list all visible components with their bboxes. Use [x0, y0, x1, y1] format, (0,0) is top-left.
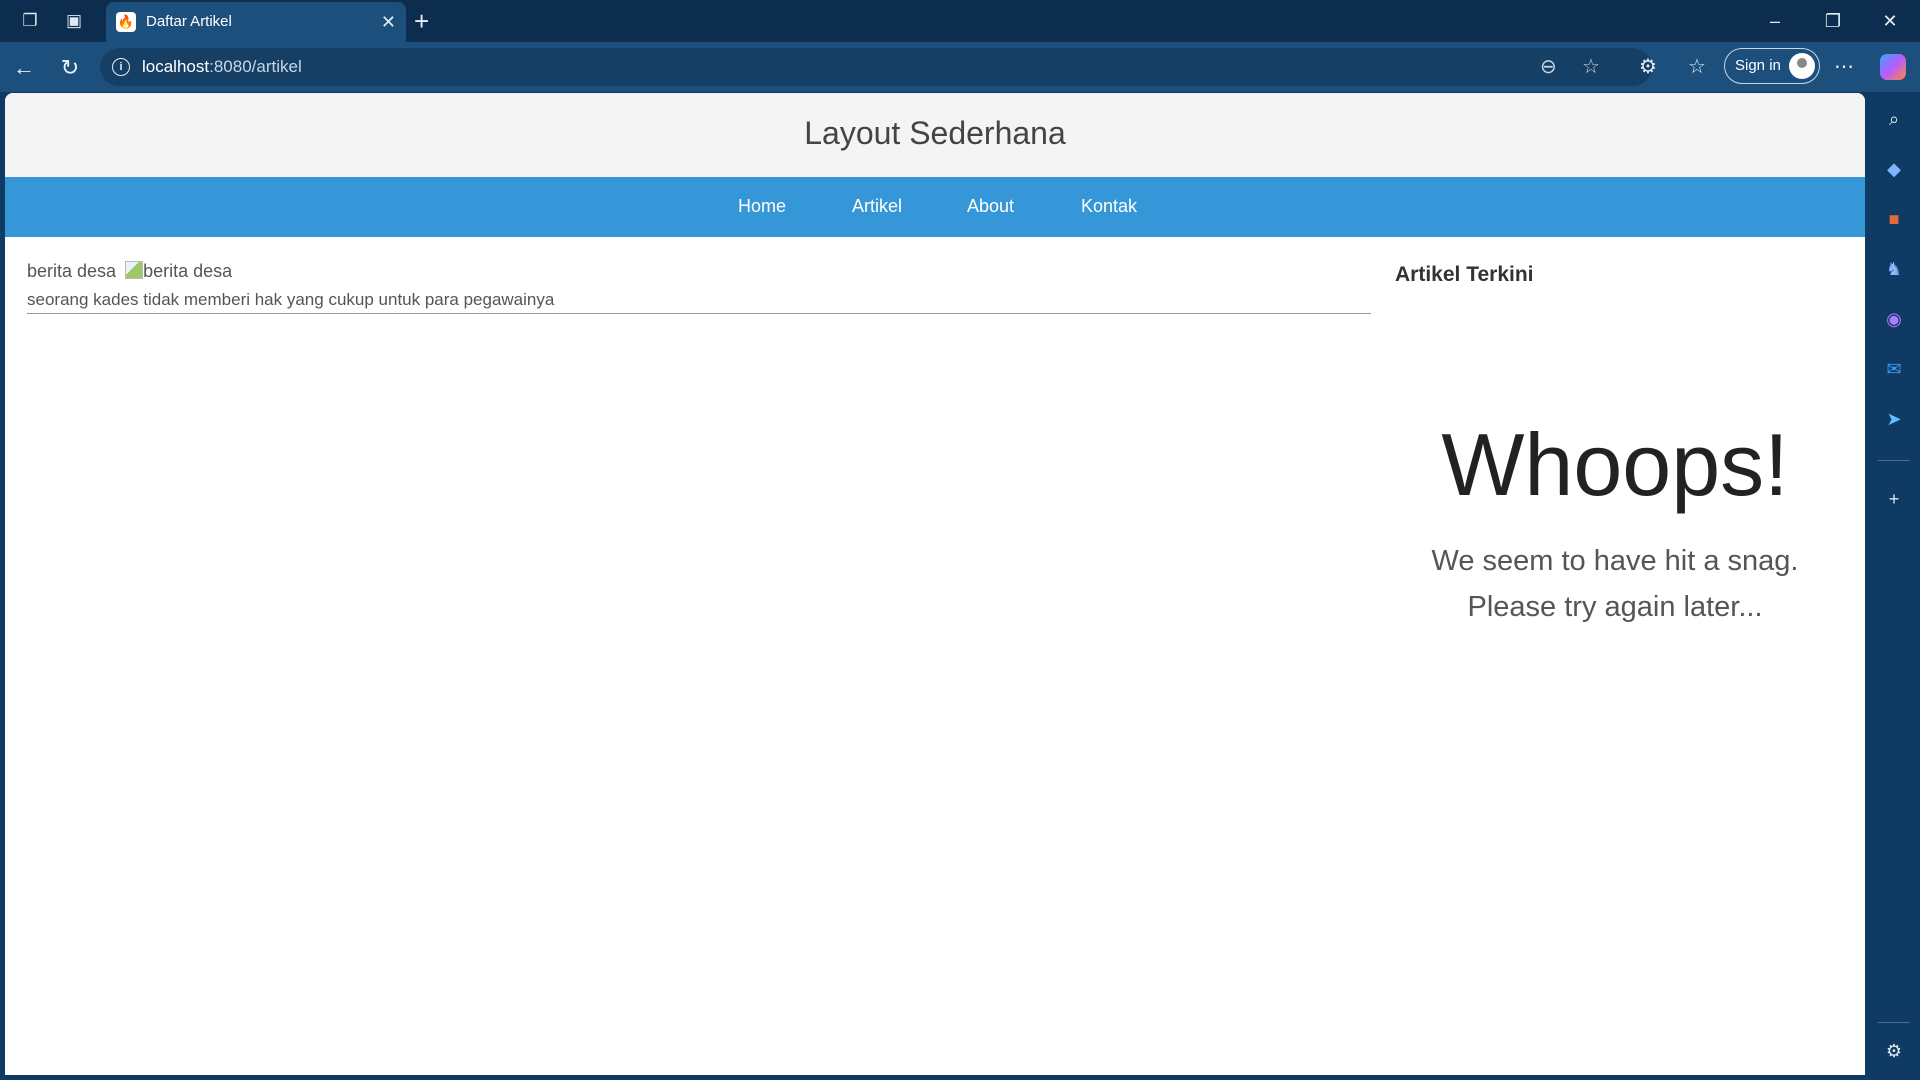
add-icon[interactable]: +: [1881, 486, 1907, 512]
article-description: seorang kades tidak memberi hak yang cuk…: [27, 290, 555, 309]
sign-in-button[interactable]: Sign in: [1724, 48, 1820, 84]
url-host: localhost: [142, 57, 210, 76]
nav-about[interactable]: About: [967, 196, 1014, 217]
article-item: berita desa berita desa seorang kades ti…: [27, 261, 1371, 314]
flame-icon: 🔥: [116, 12, 136, 32]
tab-active[interactable]: 🔥 Daftar Artikel ✕: [106, 2, 406, 42]
favorite-star-icon[interactable]: ☆: [1582, 56, 1600, 78]
gear-icon[interactable]: ⚙: [1881, 1038, 1907, 1064]
window-bottom-edge: [0, 1075, 1920, 1080]
office-icon[interactable]: ◉: [1881, 306, 1907, 332]
search-icon[interactable]: ⌕: [1881, 106, 1907, 132]
restore-button[interactable]: ❐: [1813, 8, 1853, 34]
nav-kontak[interactable]: Kontak: [1081, 196, 1137, 217]
info-icon[interactable]: i: [112, 58, 130, 76]
address-bar[interactable]: i localhost:8080/artikel ⊖ ☆: [100, 48, 1652, 86]
site-title: Layout Sederhana: [804, 115, 1066, 151]
tag-icon[interactable]: ◆: [1881, 156, 1907, 182]
sidebar-divider-bottom: [1878, 1022, 1910, 1023]
back-button[interactable]: ←: [10, 54, 38, 82]
close-window-button[interactable]: ✕: [1870, 8, 1910, 34]
page-viewport: Layout Sederhana Home Artikel About Kont…: [5, 93, 1865, 1075]
article-title[interactable]: berita desa: [27, 261, 116, 281]
tab-title: Daftar Artikel: [146, 13, 232, 30]
site-header: Layout Sederhana: [5, 93, 1865, 177]
tab-actions-icon[interactable]: ▣: [62, 9, 86, 33]
title-bar: ❐ ▣ 🔥 Daftar Artikel ✕ + – ❐ ✕: [0, 0, 1920, 42]
nav-artikel[interactable]: Artikel: [852, 196, 902, 217]
zoom-out-icon[interactable]: ⊖: [1540, 56, 1557, 78]
chess-icon[interactable]: ♞: [1881, 256, 1907, 282]
close-tab-icon[interactable]: ✕: [381, 10, 396, 34]
error-message-line1: We seem to have hit a snag.: [1431, 545, 1799, 577]
url-text[interactable]: localhost:8080/artikel: [142, 57, 302, 77]
edge-sidebar: ⌕ ◆ ■ ♞ ◉ ✉ ➤ + ⚙: [1868, 92, 1920, 1080]
outlook-icon[interactable]: ✉: [1881, 356, 1907, 382]
browser-toolbar: ← ↻ i localhost:8080/artikel ⊖ ☆ ⚙ ☆ Sig…: [0, 42, 1920, 92]
url-path: :8080/artikel: [209, 57, 302, 76]
avatar-icon: [1789, 53, 1815, 79]
new-tab-button[interactable]: +: [414, 7, 429, 35]
sidebar-divider: [1878, 460, 1910, 461]
article-title-row: berita desa berita desa: [27, 261, 232, 282]
site-nav: Home Artikel About Kontak: [5, 177, 1865, 237]
send-icon[interactable]: ➤: [1881, 406, 1907, 432]
briefcase-icon[interactable]: ■: [1881, 206, 1907, 232]
minimize-button[interactable]: –: [1755, 8, 1795, 34]
extensions-icon[interactable]: ⚙: [1634, 54, 1662, 80]
sign-in-label: Sign in: [1735, 57, 1781, 74]
nav-home[interactable]: Home: [738, 196, 786, 217]
article-image-alt: berita desa: [143, 261, 233, 281]
error-message-line2: Please try again later...: [1467, 591, 1763, 623]
refresh-button[interactable]: ↻: [56, 54, 84, 82]
more-menu-icon[interactable]: ⋯: [1830, 54, 1858, 80]
sidebar-heading: Artikel Terkini: [1395, 263, 1534, 286]
copilot-icon[interactable]: [1880, 54, 1906, 80]
workspaces-icon[interactable]: ❐: [18, 9, 42, 33]
favorites-icon[interactable]: ☆: [1683, 54, 1711, 80]
error-title: Whoops!: [1441, 415, 1789, 514]
broken-image-icon: [125, 261, 144, 279]
